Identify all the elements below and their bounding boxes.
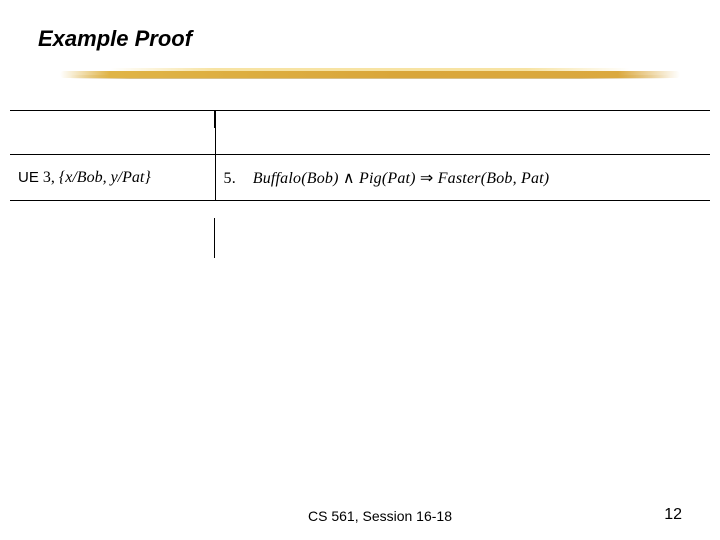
proof-table: UE 3, {x/Bob, y/Pat} 5. Buffalo(Bob) ∧ P…	[10, 110, 710, 201]
table-row-empty	[10, 111, 710, 155]
table-row: UE 3, {x/Bob, y/Pat} 5. Buffalo(Bob) ∧ P…	[10, 155, 710, 201]
pred-pig: Pig	[359, 170, 382, 187]
cell-statement: 5. Buffalo(Bob) ∧ Pig(Pat) ⇒ Faster(Bob,…	[215, 155, 710, 201]
rule-substitution: {x/Bob, y/Pat}	[59, 169, 151, 186]
table-vertical-divider-bottom	[214, 218, 215, 258]
slide-title: Example Proof	[38, 26, 192, 52]
cell-stmt-empty	[215, 111, 710, 155]
rule-text: UE 3, {x/Bob, y/Pat}	[10, 169, 215, 187]
arg-bob: (Bob)	[301, 170, 338, 187]
pred-buffalo: Buffalo	[253, 170, 302, 187]
rule-number: 3,	[43, 169, 55, 186]
cell-rule-empty	[10, 111, 215, 155]
cell-rule: UE 3, {x/Bob, y/Pat}	[10, 155, 215, 201]
stmt-number: 5.	[224, 170, 236, 187]
footer-course: CS 561, Session 16-18	[0, 508, 720, 524]
arg-bobpat: (Bob, Pat)	[481, 170, 550, 187]
footer-course-text: CS 561, Session 16-18	[308, 508, 452, 524]
proof-table-wrapper: UE 3, {x/Bob, y/Pat} 5. Buffalo(Bob) ∧ P…	[10, 110, 710, 201]
pred-faster: Faster	[438, 170, 481, 187]
rule-label: UE	[18, 169, 39, 186]
op-and: ∧	[339, 170, 359, 187]
page-number: 12	[664, 506, 682, 524]
brush-highlight	[110, 68, 630, 71]
brush-main	[60, 71, 680, 78]
title-underline-decoration	[60, 64, 680, 84]
op-implies: ⇒	[416, 170, 438, 187]
statement-text: 5. Buffalo(Bob) ∧ Pig(Pat) ⇒ Faster(Bob,…	[216, 168, 711, 188]
slide-container: Example Proof UE 3, {x/Bob, y/Pat}	[0, 0, 720, 540]
arg-pat: (Pat)	[382, 170, 416, 187]
